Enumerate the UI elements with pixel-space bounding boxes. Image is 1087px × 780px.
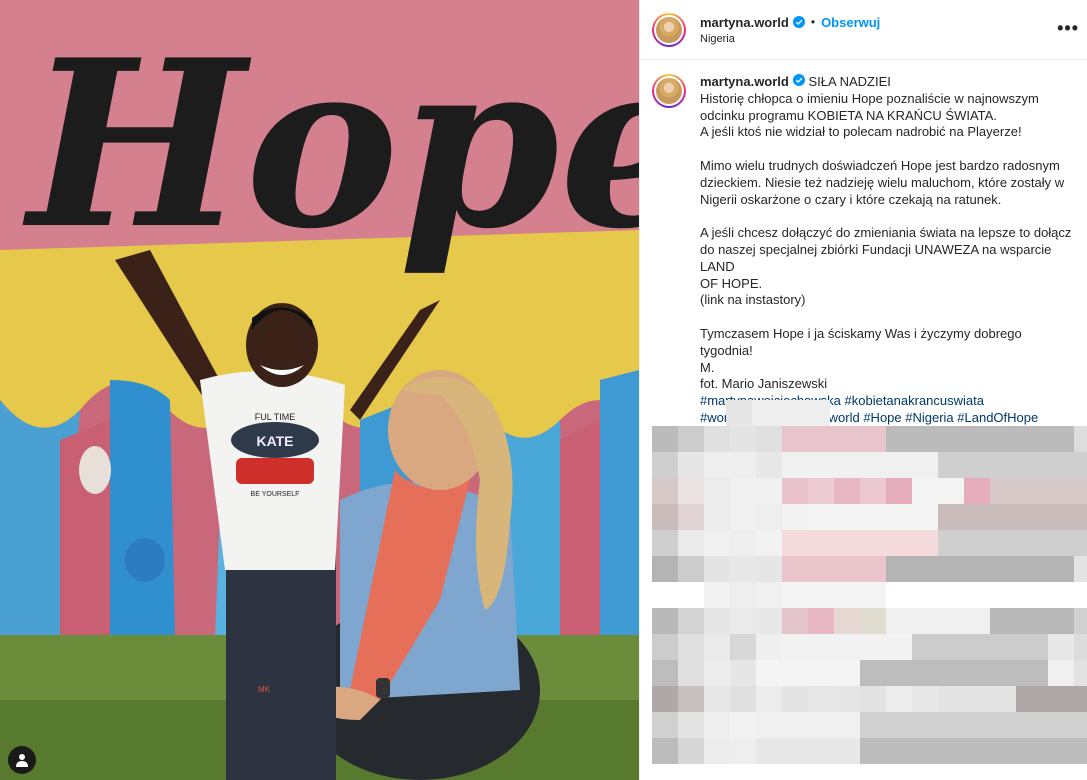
blur-pixel <box>678 452 704 478</box>
blur-pixel <box>782 634 912 660</box>
blur-pixel <box>678 478 704 504</box>
caption-text-line: (link na instastory) <box>700 292 806 308</box>
header-separator: • <box>810 15 816 29</box>
blur-pixel <box>678 426 704 452</box>
header-username[interactable]: martyna.world <box>700 15 789 30</box>
photo-illustration: Hope FUL TIME KATE BE YOURSELF MK <box>0 0 639 780</box>
blur-pixel <box>886 608 990 634</box>
instagram-post: Hope FUL TIME KATE BE YOURSELF MK martyn… <box>0 0 1087 780</box>
blurred-comments <box>652 400 1087 780</box>
caption-text-line: Mimo wielu trudnych doświadczeń Hope jes… <box>700 157 1060 173</box>
post-caption: martyna.world SIŁA NADZIEI Historię chło… <box>640 60 1087 427</box>
blur-pixel <box>1074 556 1087 582</box>
more-options-icon[interactable]: ••• <box>1057 18 1079 39</box>
post-location[interactable]: Nigeria <box>700 33 880 45</box>
caption-avatar-image <box>656 78 682 104</box>
blur-pixel <box>678 608 704 634</box>
blur-pixel <box>782 452 938 478</box>
verified-badge-icon <box>792 16 805 28</box>
blur-pixel <box>752 400 830 426</box>
follow-button[interactable]: Obserwuj <box>821 15 880 30</box>
shirt-text-bottom: BE YOURSELF <box>251 491 300 498</box>
blur-pixel <box>782 530 938 556</box>
avatar-image <box>656 16 682 43</box>
blur-pixel <box>678 660 704 686</box>
blur-pixel <box>912 478 964 504</box>
caption-text-line: M. <box>700 359 715 375</box>
caption-text-line: A jeśli ktoś nie widział to polecam nadr… <box>700 124 1022 140</box>
blur-pixel <box>1074 426 1087 452</box>
caption-username[interactable]: martyna.world <box>700 74 789 89</box>
header-row: martyna.world • Obserwuj <box>700 15 880 30</box>
caption-text-line: dzieckiem. Niesie też nadzieję wielu mal… <box>700 174 1065 190</box>
post-header: martyna.world • Obserwuj Nigeria ••• <box>640 0 1087 60</box>
caption-text-line: do naszej specjalnej zbiórki Fundacji UN… <box>700 241 1052 274</box>
pants-patch: MK <box>258 685 271 694</box>
blur-pixel <box>756 660 860 686</box>
caption-body: martyna.world SIŁA NADZIEI Historię chło… <box>700 74 1072 427</box>
blur-pixel <box>1074 608 1087 634</box>
blur-pixel <box>782 426 886 452</box>
caption-text-line: Historię chłopca o imieniu Hope poznaliś… <box>700 90 1039 106</box>
caption-text-line: fot. Mario Janiszewski <box>700 376 828 392</box>
blur-pixel <box>782 582 886 608</box>
post-photo[interactable]: Hope FUL TIME KATE BE YOURSELF MK <box>0 0 639 780</box>
caption-title: SIŁA NADZIEI <box>808 74 891 89</box>
blur-pixel <box>756 738 860 764</box>
wall-lettering: Hope <box>22 10 639 280</box>
person-tag-icon[interactable] <box>8 746 36 774</box>
caption-line-1: martyna.world SIŁA NADZIEI <box>700 74 1072 91</box>
blur-pixel <box>782 556 886 582</box>
shirt-text-mid: KATE <box>256 433 293 449</box>
caption-avatar-ring-inner <box>654 76 684 106</box>
caption-text-line: Nigerii oskarżone o czary i które czekaj… <box>700 191 1002 207</box>
blur-pixel <box>704 452 730 478</box>
person-tag-glyph <box>16 754 28 767</box>
post-side-panel: martyna.world • Obserwuj Nigeria ••• mar… <box>639 0 1087 780</box>
author-avatar[interactable] <box>652 12 686 47</box>
shirt-text-top: FUL TIME <box>255 412 296 422</box>
blur-pixel <box>678 556 704 582</box>
blur-pixel <box>756 712 860 738</box>
blur-pixel <box>1074 634 1087 660</box>
caption-text-line: odcinku programu KOBIETA NA KRAŃCU ŚWIAT… <box>700 107 997 123</box>
blur-pixel <box>1074 660 1087 686</box>
caption-text-line: Tymczasem Hope i ja ściskamy Was i życzy… <box>700 325 1022 358</box>
header-text: martyna.world • Obserwuj Nigeria <box>700 15 880 45</box>
avatar-ring-inner <box>654 14 684 45</box>
blur-pixel <box>678 738 704 764</box>
caption-text-line: OF HOPE. <box>700 275 763 291</box>
caption-verified-icon <box>792 74 805 86</box>
blur-pixel <box>808 504 938 530</box>
blur-pixel <box>678 634 704 660</box>
caption-avatar[interactable] <box>652 74 686 108</box>
caption-text-line: A jeśli chcesz dołączyć do zmieniania św… <box>700 225 1072 241</box>
blur-pixel <box>938 686 1016 712</box>
